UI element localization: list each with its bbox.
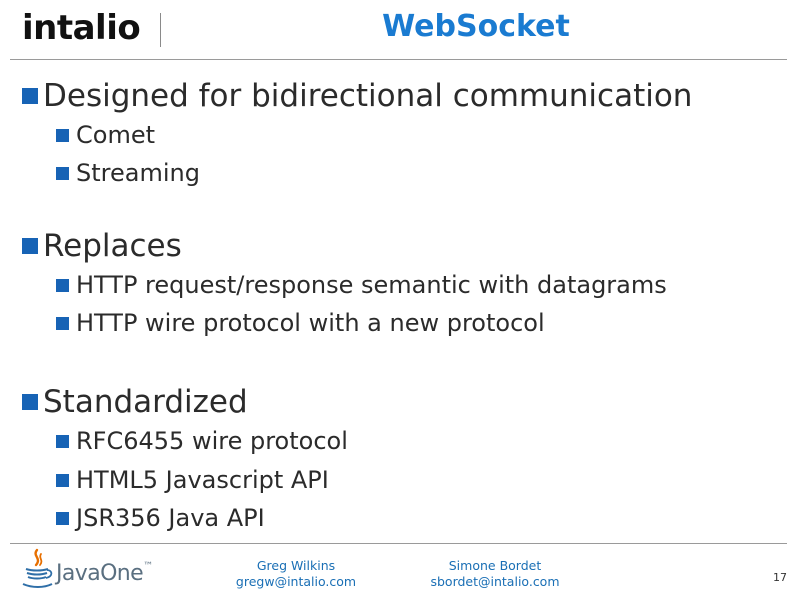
bullet-text: HTML5 Javascript API: [76, 466, 329, 494]
bullet-square-icon: [56, 166, 69, 180]
bullet-text: Designed for bidirectional communication: [43, 78, 693, 114]
author-simone: Simone Bordet sbordet@intalio.com: [420, 558, 570, 590]
bullet-square-icon: [56, 128, 69, 142]
author-email: sbordet@intalio.com: [430, 574, 560, 589]
page-number: 17: [773, 571, 787, 584]
bullet-square-icon: [22, 394, 38, 410]
bullet-text: RFC6455 wire protocol: [76, 427, 348, 455]
bullet-square-icon: [56, 278, 69, 292]
author-name: Greg Wilkins: [256, 558, 336, 573]
intalio-logo: intalio: [22, 8, 141, 48]
bullet-square-icon: [22, 88, 38, 104]
bullet-level2: RFC6455 wire protocol: [56, 427, 348, 455]
java-cup-icon: [22, 548, 53, 588]
bullet-square-icon: [56, 316, 69, 330]
logo-divider: [160, 13, 161, 47]
bullet-text: HTTP request/response semantic with data…: [76, 271, 667, 299]
javaone-logo-text: JavaOne™: [56, 561, 153, 586]
bullet-level2: HTTP wire protocol with a new protocol: [56, 309, 545, 337]
bullet-level2: Comet: [56, 121, 155, 149]
bullet-text: Replaces: [43, 228, 182, 264]
bullet-level2: JSR356 Java API: [56, 504, 265, 532]
bullet-text: HTTP wire protocol with a new protocol: [76, 309, 545, 337]
bullet-level1: Replaces: [22, 228, 182, 264]
bullet-text: Streaming: [76, 159, 200, 187]
bullet-level2: HTML5 Javascript API: [56, 466, 329, 494]
bullet-level1: Designed for bidirectional communication: [22, 78, 692, 114]
bullet-square-icon: [22, 238, 38, 254]
header-rule: [10, 59, 787, 60]
bullet-level2: Streaming: [56, 159, 200, 187]
footer-rule: [10, 543, 787, 544]
bullet-text: Comet: [76, 121, 155, 149]
author-email: gregw@intalio.com: [235, 574, 357, 589]
author-name: Simone Bordet: [448, 558, 542, 573]
bullet-text: JSR356 Java API: [76, 504, 265, 532]
bullet-square-icon: [56, 473, 69, 487]
bullet-level2: HTTP request/response semantic with data…: [56, 271, 667, 299]
slide-title: WebSocket: [382, 9, 570, 44]
bullet-level1: Standardized: [22, 384, 248, 420]
bullet-square-icon: [56, 434, 69, 448]
author-greg: Greg Wilkins gregw@intalio.com: [226, 558, 366, 590]
bullet-square-icon: [56, 511, 69, 525]
bullet-text: Standardized: [43, 384, 248, 420]
